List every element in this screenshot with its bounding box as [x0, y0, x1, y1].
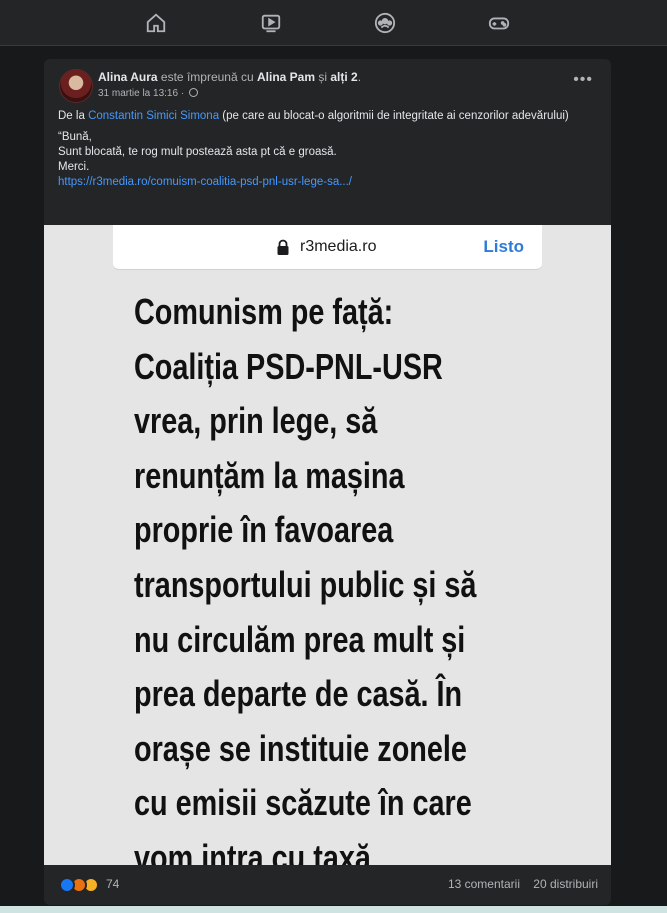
- post-author-line: Alina Aura este împreună cu Alina Pam și…: [98, 70, 361, 84]
- headline-line: Comunism pe față:: [134, 291, 394, 332]
- post-meta: 31 martie la 13:16 ·: [98, 88, 198, 99]
- comments-count[interactable]: 13 comentarii: [448, 877, 520, 891]
- headline-line: Coaliția PSD-PNL-USR: [134, 345, 443, 387]
- post-footer: 74 13 comentarii 20 distribuiri: [44, 865, 611, 905]
- bottom-strip: [0, 906, 667, 913]
- avatar[interactable]: [59, 69, 93, 103]
- headline-line: cu emisii scăzute în care: [134, 782, 472, 824]
- period-text: .: [357, 70, 362, 84]
- groups-icon[interactable]: [372, 10, 398, 36]
- top-navigation: [0, 0, 667, 46]
- like-reaction-icon: [59, 877, 75, 893]
- intro-profile-link[interactable]: Constantin Simici Simona: [88, 110, 219, 122]
- others-link[interactable]: alți 2: [330, 70, 357, 84]
- author-name[interactable]: Alina Aura: [98, 70, 158, 84]
- browser-address-bar: r3media.ro Listo: [113, 225, 542, 270]
- quote-line-2: Sunt blocată, te rog mult postează asta …: [58, 146, 337, 158]
- and-text: și: [318, 70, 328, 84]
- headline-line: orașe se instituie zonele: [134, 727, 467, 769]
- article-headline: Comunism pe față: Coaliția PSD-PNL-USR v…: [134, 285, 477, 886]
- post-image[interactable]: r3media.ro Listo Comunism pe față: Coali…: [44, 225, 611, 878]
- reactions-summary[interactable]: [59, 877, 105, 893]
- article-link[interactable]: https://r3media.ro/comuism-coalitia-psd-…: [58, 176, 352, 188]
- post-text: De la Constantin Simici Simona (pe care …: [58, 109, 588, 190]
- gaming-icon[interactable]: [486, 10, 512, 36]
- headline-line: proprie în favoarea: [134, 509, 394, 551]
- quote-line-3: Merci.: [58, 161, 90, 173]
- quote-line-1: “Bună,: [58, 131, 92, 143]
- intro-paragraph: De la Constantin Simici Simona (pe care …: [58, 109, 588, 124]
- reaction-count[interactable]: 74: [106, 877, 119, 891]
- with-text: este împreună cu: [160, 70, 254, 84]
- headline-line: prea departe de casă. În: [134, 673, 463, 715]
- timestamp[interactable]: 31 martie la 13:16: [98, 88, 178, 99]
- more-options-button[interactable]: •••: [573, 72, 593, 88]
- watch-icon[interactable]: [258, 10, 284, 36]
- globe-icon: [188, 88, 198, 97]
- done-button: Listo: [483, 237, 524, 256]
- intro-suffix: (pe care au blocat-o algoritmii de integ…: [222, 110, 569, 122]
- lock-icon: [277, 239, 289, 255]
- shares-count[interactable]: 20 distribuiri: [533, 877, 598, 891]
- post-card: Alina Aura este împreună cu Alina Pam și…: [44, 59, 611, 905]
- tagged-person[interactable]: Alina Pam: [257, 70, 315, 84]
- headline-line: transportului public și să: [134, 563, 477, 605]
- intro-prefix: De la: [58, 110, 85, 122]
- meta-separator: ·: [180, 88, 185, 99]
- browser-domain: r3media.ro: [300, 238, 377, 255]
- home-icon[interactable]: [143, 10, 169, 36]
- headline-line: nu circulăm prea mult și: [134, 618, 466, 660]
- headline-line: renunțăm la mașina: [134, 454, 405, 496]
- headline-line: vrea, prin lege, să: [134, 400, 378, 442]
